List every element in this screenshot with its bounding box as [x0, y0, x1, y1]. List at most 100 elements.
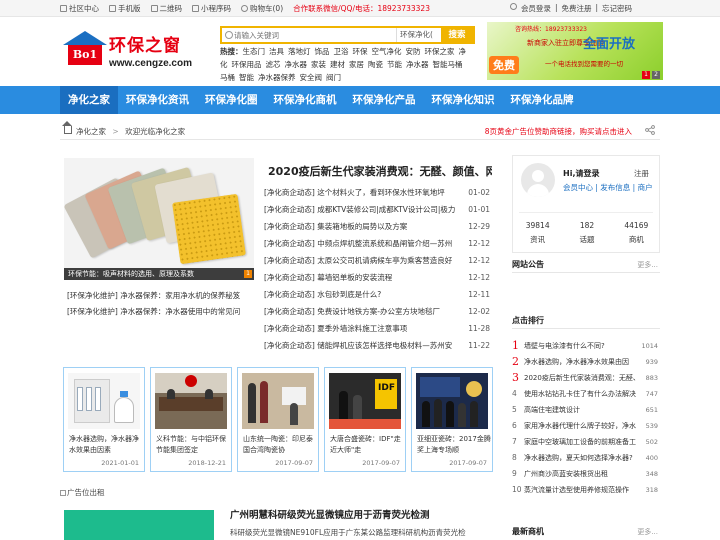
rank-item[interactable]: 10 蒸汽流量计选型使用养修规范操作 318 [512, 482, 660, 498]
nav-item-circle[interactable]: 环保净化圈 [197, 86, 266, 114]
hotword[interactable]: 落地灯 [288, 47, 311, 56]
hotword[interactable]: 建材 [330, 60, 345, 69]
news-row[interactable]: [净化商企动态] 储能焊机应该怎样选择电极材料—苏州安 11-22 [264, 337, 492, 354]
search-button[interactable]: 搜索 [441, 26, 473, 44]
member-links[interactable]: 会员中心 | 发布信息 | 商户 [563, 182, 653, 193]
header-banner-ad[interactable]: 咨询热线：18923733323 新商家入驻立即尊享加盟 全面开放 免费 一个电… [487, 22, 663, 80]
search-category-select[interactable]: 环保净化( [396, 28, 440, 42]
news-row[interactable]: [净化商企动态] 成都KTV装修公司|成都KTV设计公司|极力 01-01 [264, 201, 492, 218]
cart-link[interactable]: 购物车(0) [241, 3, 283, 14]
notice-more-link[interactable]: 更多... [637, 260, 658, 270]
news-row[interactable]: [净化商企动态] 这个材料火了，看到环保水性环氧地坪 01-02 [264, 184, 492, 201]
feature-image[interactable] [64, 158, 254, 280]
hotword[interactable]: 节能 [387, 60, 402, 69]
community-link[interactable]: 社区中心 [60, 3, 99, 14]
hotword[interactable]: 净水器 [406, 60, 429, 69]
nav-item-knowledge[interactable]: 环保净化知识 [424, 86, 503, 114]
hotword[interactable]: 智能 [239, 73, 254, 82]
banner-dot[interactable]: 2 [652, 71, 660, 79]
hotword[interactable]: 洁具 [269, 47, 284, 56]
picture-card[interactable]: IDF 大唐合盛瓷砖：IDF"走近大师"走 2017-09-07 [324, 367, 406, 472]
search-input[interactable] [234, 29, 394, 42]
picture-card[interactable]: 净水器选购，净水器净水效果由因素 2021-01-01 [63, 367, 145, 472]
hotword[interactable]: 卫浴 [334, 47, 349, 56]
picture-card[interactable]: 山东统一陶瓷：印尼泰国合湾陶瓷协 2017-09-07 [237, 367, 319, 472]
hotword[interactable]: 滤芯 [266, 60, 281, 69]
list-item[interactable]: [环保净化维护] 净水器保养：家用净水机的保养秘笈 [67, 288, 257, 304]
news-row[interactable]: [净化商企动态] 太原公交司机请病候车亭为乘客营造良好 12-12 [264, 252, 492, 269]
hotword[interactable]: 安全阀 [300, 73, 323, 82]
rank-item[interactable]: 3 2020疫后新生代家装消费观：无醛、 883 [512, 370, 660, 386]
hotword[interactable]: 环保用品 [232, 60, 262, 69]
home-icon [62, 121, 72, 134]
hotword[interactable]: 环保之家 [425, 47, 455, 56]
hotword[interactable]: 饰品 [315, 47, 330, 56]
rank-item[interactable]: 2 净水器选购，净水器净水效果由因 939 [512, 354, 660, 370]
cart-icon [241, 5, 248, 12]
nav-item-products[interactable]: 环保净化产品 [345, 86, 424, 114]
rank-item[interactable]: 6 家用净水器代理什么牌子较好，净水 539 [512, 418, 660, 434]
logo-name: 环保之窗 [109, 36, 181, 56]
picture-card[interactable]: 义科节能：与中铝环保节能集团签定 2018-12-21 [150, 367, 232, 472]
latest-more-link[interactable]: 更多... [637, 527, 658, 537]
news-row[interactable]: [净化商企动态] 水包砂到底是什么? 12-11 [264, 286, 492, 303]
search-icon [225, 31, 233, 39]
news-row[interactable]: [净化商企动态] 幕墙铝单板的安装流程 12-12 [264, 269, 492, 286]
bottom-article-title[interactable]: 广州明慧科研级荧光显微镜应用于沥青荧光检测 [230, 507, 430, 521]
ad-slot[interactable]: 广告位出租 [60, 487, 105, 498]
headline-link[interactable]: 2020疫后新生代家装消费观：无醛、颜值、网 [268, 163, 492, 179]
banner-pager: 1 2 [642, 71, 660, 79]
news-row[interactable]: [净化商企动态] 中频点焊机整流系统和晶闸管介绍—苏州 12-12 [264, 235, 492, 252]
hotword[interactable]: 马桶 [220, 73, 235, 82]
nav-item-home[interactable]: 净化之家 [60, 86, 118, 114]
hotword[interactable]: 安防 [406, 47, 421, 56]
rank-item[interactable]: 9 广州商沙高蓝安装根货出租 348 [512, 466, 660, 482]
hotword[interactable]: 生态门 [243, 47, 266, 56]
main-nav: 净化之家 环保净化资讯 环保净化圈 环保净化商机 环保净化产品 环保净化知识 环… [0, 86, 720, 114]
rank-item[interactable]: 4 使用水钻钻孔卡住了有什么办法解决 747 [512, 386, 660, 402]
logo-url: www.cengze.com [109, 58, 192, 69]
news-row[interactable]: [净化商企动态] 免费设计地铁方案-办公室方块地毯厂 12-02 [264, 303, 492, 320]
nav-item-brands[interactable]: 环保净化品牌 [503, 86, 582, 114]
news-row[interactable]: [净化商企动态] 集装箱地板的局势以及方案 12-29 [264, 218, 492, 235]
feature-caption[interactable]: 环保节能：吸声材料的选用、原理及系数 1 [64, 268, 254, 280]
miniprogram-link[interactable]: 小程序码 [192, 3, 231, 14]
breadcrumb-home-link[interactable]: 净化之家 [76, 127, 106, 136]
hotword[interactable]: 净水器 [285, 60, 308, 69]
stat-topics[interactable]: 182 话题 [562, 219, 611, 247]
register-link[interactable]: 免费注册 [561, 3, 591, 14]
bottom-thumbnail[interactable] [64, 510, 214, 540]
qrcode-icon [150, 5, 158, 12]
banner-dot[interactable]: 1 [642, 71, 650, 79]
picture-card[interactable]: 亚细亚瓷砖：2017金腾奖上海专场顺 2017-09-07 [411, 367, 493, 472]
rank-item[interactable]: 1 墙壁与电涂漆有什么不同? 1014 [512, 338, 660, 354]
list-item[interactable]: [环保净化维护] 净水器保养：净水器使用中的常见问 [67, 304, 257, 320]
hotword[interactable]: 阀门 [326, 73, 341, 82]
register-link[interactable]: 注册 [634, 168, 649, 179]
rank-item[interactable]: 8 净水器选购，夏天如何选择净水器? 400 [512, 450, 660, 466]
rank-item[interactable]: 7 家庭中空玻璃加工设备的前期准备工 502 [512, 434, 660, 450]
hotword[interactable]: 家居 [349, 60, 364, 69]
nav-item-business[interactable]: 环保净化商机 [266, 86, 345, 114]
hotword[interactable]: 空气净化 [372, 47, 402, 56]
qrcode-link[interactable]: 二维码 [150, 3, 182, 14]
hotword[interactable]: 环保 [353, 47, 368, 56]
hotword[interactable]: 净水器保养 [258, 73, 296, 82]
share-icon[interactable] [645, 125, 655, 135]
sponsor-ad-link[interactable]: 8页黄金广告位赞助商链接，购买请点击进入 [485, 126, 632, 137]
stat-news[interactable]: 39814 资讯 [513, 219, 562, 247]
hotword[interactable]: 陶瓷 [368, 60, 383, 69]
site-logo[interactable]: Bo1 环保之窗 www.cengze.com [63, 25, 223, 80]
login-prompt[interactable]: Hi,请登录 [563, 168, 599, 179]
nav-item-news[interactable]: 环保净化资讯 [118, 86, 197, 114]
stat-business[interactable]: 44169 商机 [612, 219, 661, 247]
forgot-password-link[interactable]: 忘记密码 [602, 3, 632, 14]
home-icon [60, 5, 67, 12]
mobile-link[interactable]: 手机版 [109, 3, 141, 14]
news-row[interactable]: [净化商企动态] 夏季外墙涂料施工注意事项 11-28 [264, 320, 492, 337]
hotword[interactable]: 智能马桶 [433, 60, 463, 69]
login-link[interactable]: 会员登录 [521, 3, 551, 14]
hotword[interactable]: 家装 [311, 60, 326, 69]
rank-item[interactable]: 5 高端住宅建筑设计 651 [512, 402, 660, 418]
breadcrumb: 净化之家 > 欢迎光临净化之家 8页黄金广告位赞助商链接，购买请点击进入 [60, 121, 660, 140]
